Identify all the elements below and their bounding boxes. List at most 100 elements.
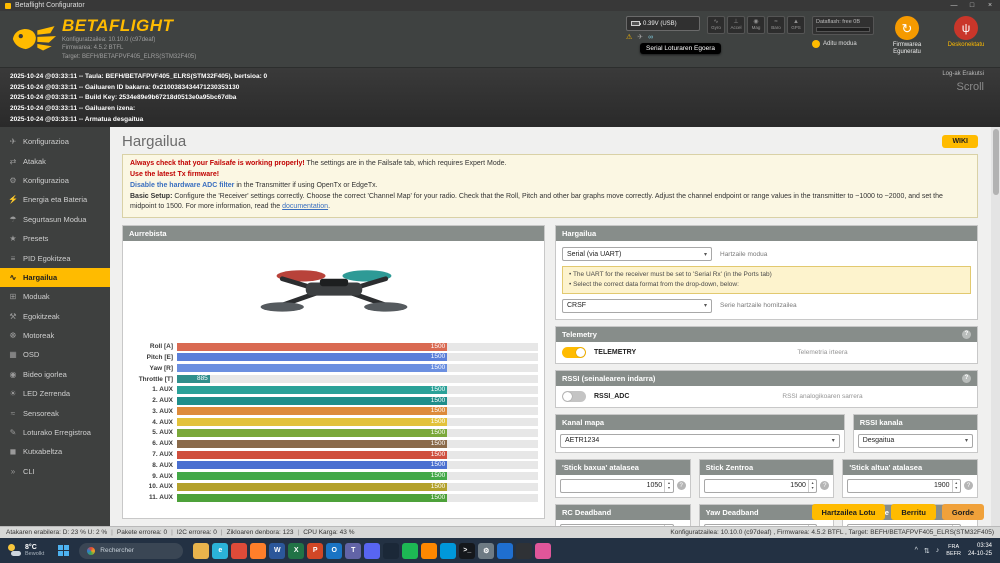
scroll-indicator[interactable]: Scroll	[942, 81, 984, 93]
save-button[interactable]: Gorde	[942, 504, 984, 520]
spinner-icon[interactable]: ▲▼	[952, 525, 960, 526]
taskbar-app-word[interactable]: W	[269, 543, 285, 559]
scrollbar-thumb[interactable]	[993, 129, 999, 195]
close-button[interactable]: ×	[982, 0, 998, 11]
preview-panel: Aurrebista Roll [A]1500Pitch [E]1500Y	[122, 225, 545, 519]
language-indicator[interactable]: FRA BEFR	[946, 544, 961, 557]
sidebar-item-pid-egokitzea[interactable]: ≡PID Egokitzea	[0, 248, 110, 267]
sidebar-item-hargailua[interactable]: ∿Hargailua	[0, 268, 110, 287]
sidebar-item-led-zerrenda[interactable]: ☀LED Zerrenda	[0, 384, 110, 403]
documentation-link[interactable]: documentation	[282, 203, 328, 210]
wiki-button[interactable]: WIKI	[942, 135, 978, 148]
channel-label: 1. AUX	[125, 386, 177, 393]
clock[interactable]: 03:34 24-10-25	[968, 543, 992, 558]
taskbar-app-calculator[interactable]	[516, 543, 532, 559]
help-icon[interactable]: ?	[677, 481, 686, 490]
sidebar-item-loturako-erregistroa[interactable]: ✎Loturako Erregistroa	[0, 423, 110, 442]
rc-deadband-input[interactable]: 0▲▼	[560, 524, 674, 526]
rssi-adc-toggle[interactable]	[562, 391, 586, 402]
spinner-icon[interactable]: ▲▼	[808, 525, 816, 526]
sidebar-item-presets[interactable]: ★Presets	[0, 229, 110, 248]
sidebar-item-energia-eta-bateria[interactable]: ⚡Energia eta Bateria	[0, 190, 110, 209]
start-button[interactable]	[58, 545, 69, 556]
taskbar-app-photos[interactable]	[497, 543, 513, 559]
taskbar-app-terminal[interactable]: >_	[459, 543, 475, 559]
channel-label: 7. AUX	[125, 451, 177, 458]
taskbar-app-teams[interactable]: T	[345, 543, 361, 559]
network-icon[interactable]: ⇅	[924, 547, 930, 555]
volume-icon[interactable]: ♪	[936, 547, 940, 554]
sidebar-item-motoreak[interactable]: ☸Motoreak	[0, 326, 110, 345]
spinner-icon[interactable]: ▲▼	[808, 480, 816, 492]
sidebar-item-kutxabeltza[interactable]: ◼Kutxabeltza	[0, 442, 110, 461]
stick-zentroa-input[interactable]: 1500▲▼	[704, 479, 818, 493]
receiver-mode-select[interactable]: Serial (via UART) ▾	[562, 247, 712, 261]
channel-bar-track: 1500	[177, 364, 538, 372]
taskbar-app-vscode[interactable]	[440, 543, 456, 559]
telemetry-toggle[interactable]	[562, 347, 586, 358]
log-lines: 2025-10-24 @03:33:11 -- Taula: BEFH/BETA…	[10, 72, 990, 126]
show-log-button[interactable]: Log-ak Erakutsi	[942, 71, 984, 77]
taskbar-app-powerpoint[interactable]: P	[307, 543, 323, 559]
panel-header: 'Stick altua' atalasea	[843, 460, 977, 475]
serial-provider-select[interactable]: CRSF ▾	[562, 299, 712, 313]
firmware-flasher-button[interactable]: ↻ Firmwarea Eguneratu	[881, 16, 933, 56]
sidebar-item-cli[interactable]: »CLI	[0, 462, 110, 481]
sidebar-item-egokitzeak[interactable]: ⚒Egokitzeak	[0, 307, 110, 326]
sidebar-item-konfigurazioa[interactable]: ✈Konfigurazioa	[0, 132, 110, 151]
stick-altua-atalasea-input[interactable]: 1900▲▼	[847, 479, 961, 493]
help-icon[interactable]: ?	[820, 481, 829, 490]
refresh-button[interactable]: Berritu	[891, 504, 936, 520]
expert-mode-toggle[interactable]: Aditu modua	[812, 40, 874, 48]
taskbar-app-paint[interactable]	[535, 543, 551, 559]
taskbar-app-outlook[interactable]: O	[326, 543, 342, 559]
channel-bar-track: 1500	[177, 494, 538, 502]
spinner-down-icon[interactable]: ▼	[955, 486, 958, 491]
weather-widget[interactable]: 8°C Bewolkt	[8, 544, 44, 558]
sidebar-item-atakak[interactable]: ⇄Atakak	[0, 151, 110, 170]
taskbar-app-edge[interactable]: e	[212, 543, 228, 559]
sidebar-item-konfigurazioa[interactable]: ⚙Konfigurazioa	[0, 171, 110, 190]
sidebar-item-segurtasun-modua[interactable]: ☂Segurtasun Modua	[0, 210, 110, 229]
stick-baxua-atalasea-input[interactable]: 1050▲▼	[560, 479, 674, 493]
taskbar-search[interactable]: Rechercher	[79, 543, 183, 559]
sidebar-item-osd[interactable]: ▦OSD	[0, 345, 110, 364]
sidebar-item-bideo-igorlea[interactable]: ◉Bideo igorlea	[0, 365, 110, 384]
spinner-icon[interactable]: ▲▼	[664, 480, 672, 492]
content-scrollbar[interactable]	[991, 127, 1000, 526]
help-icon[interactable]: ?	[964, 481, 973, 490]
channel-row: 11. AUX1500	[125, 492, 538, 503]
maximize-button[interactable]: □	[964, 0, 980, 11]
taskbar-app-firefox[interactable]	[250, 543, 266, 559]
spinner-icon[interactable]: ▲▼	[664, 525, 672, 526]
help-icon[interactable]: ?	[962, 330, 971, 339]
bind-receiver-button[interactable]: Hartzailea Lotu	[812, 504, 886, 520]
chevron-up-icon[interactable]: ^	[915, 547, 918, 554]
spinner-icon[interactable]: ▲▼	[952, 480, 960, 492]
app-header: BETAFLIGHT Konfiguratzailea: 10.10.0 (c9…	[0, 11, 1000, 68]
help-icon[interactable]: ?	[962, 374, 971, 383]
taskbar-app-spotify[interactable]	[402, 543, 418, 559]
minimize-button[interactable]: —	[946, 0, 962, 11]
taskbar-app-chrome[interactable]	[231, 543, 247, 559]
channel-bar-fill: 1500	[177, 343, 447, 351]
taskbar-app-file-explorer[interactable]	[193, 543, 209, 559]
spinner-down-icon[interactable]: ▼	[811, 486, 814, 491]
firmware-update-icon: ↻	[895, 16, 919, 40]
channel-bar-fill: 1500	[177, 418, 447, 426]
taskbar-app-excel[interactable]: X	[288, 543, 304, 559]
taskbar-app-settings[interactable]: ⚙	[478, 543, 494, 559]
taskbar-app-vlc[interactable]	[421, 543, 437, 559]
spinner-down-icon[interactable]: ▼	[667, 486, 670, 491]
sidebar-item-moduak[interactable]: ⊞Moduak	[0, 287, 110, 306]
taskbar-app-steam[interactable]	[383, 543, 399, 559]
3d-throttle-deadband-input[interactable]: 50▲▼	[847, 524, 961, 526]
rssi-channel-select[interactable]: Desgaitua ▾	[858, 434, 973, 448]
window-title: Betaflight Configurator	[15, 2, 85, 9]
yaw-deadband-input[interactable]: 0▲▼	[704, 524, 818, 526]
link-status-icon[interactable]: ∞	[648, 34, 653, 41]
taskbar-app-discord[interactable]	[364, 543, 380, 559]
channel-map-select[interactable]: AETR1234 ▾	[560, 434, 840, 448]
disconnect-button[interactable]: ψ Deskonektatu	[940, 16, 992, 49]
sidebar-item-sensoreak[interactable]: ≈Sensoreak	[0, 403, 110, 422]
